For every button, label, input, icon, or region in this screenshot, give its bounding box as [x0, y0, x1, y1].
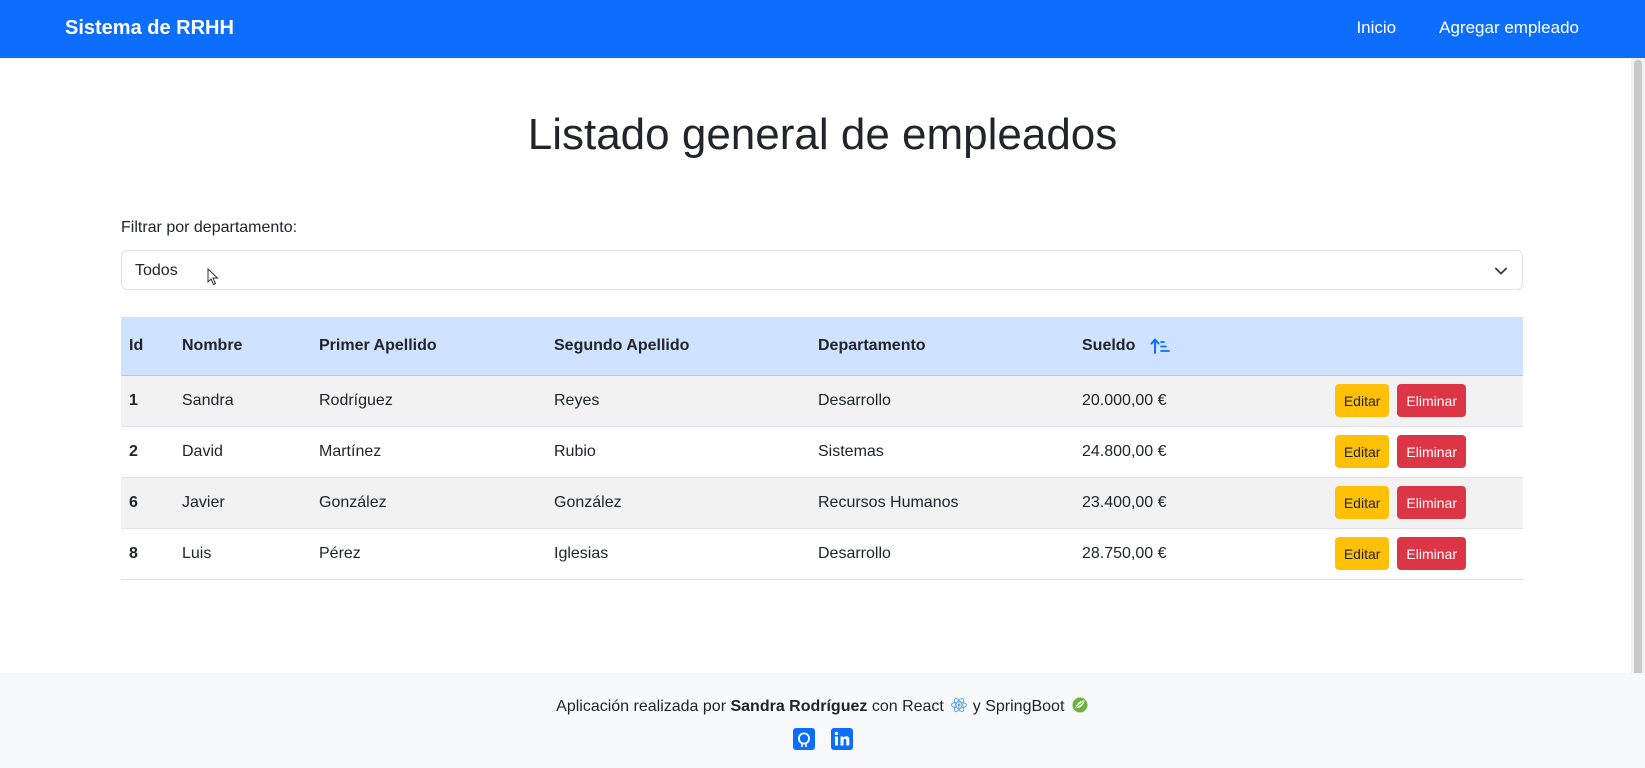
footer-credits: Aplicación realizada por Sandra Rodrígue…: [0, 696, 1645, 716]
header-sueldo-label: Sueldo: [1082, 336, 1136, 354]
cell-primer-apellido: Martínez: [311, 426, 546, 478]
footer-author: Sandra Rodríguez: [730, 698, 868, 715]
employees-table: Id Nombre Primer Apellido Segundo Apelli…: [121, 317, 1523, 580]
chevron-down-icon: [1494, 267, 1508, 275]
header-departamento: Departamento: [810, 317, 1074, 376]
header-actions: [1254, 317, 1523, 376]
cell-id: 6: [121, 477, 174, 529]
cell-primer-apellido: González: [311, 477, 546, 529]
edit-button[interactable]: Editar: [1334, 486, 1390, 519]
brand-link[interactable]: Sistema de RRHH: [65, 17, 234, 40]
cell-sueldo: 20.000,00 €: [1074, 375, 1254, 427]
cell-actions: Editar Eliminar: [1254, 426, 1523, 478]
edit-button[interactable]: Editar: [1334, 384, 1390, 417]
filter-label: Filtrar por departamento:: [121, 219, 298, 236]
edit-button[interactable]: Editar: [1334, 537, 1390, 570]
github-link[interactable]: [792, 728, 815, 750]
navbar: Sistema de RRHH Inicio Agregar empleado: [0, 0, 1645, 58]
nav-link-agregar-empleado[interactable]: Agregar empleado: [1439, 18, 1579, 38]
cell-sueldo: 23.400,00 €: [1074, 477, 1254, 529]
page-title: Listado general de empleados: [527, 110, 1118, 159]
header-segundo-apellido: Segundo Apellido: [546, 317, 810, 376]
nav-link-inicio[interactable]: Inicio: [1356, 18, 1396, 38]
linkedin-icon: [830, 728, 853, 750]
table-header-row: Id Nombre Primer Apellido Segundo Apelli…: [121, 317, 1523, 376]
table-row: 2 David Martínez Rubio Sistemas 24.800,0…: [121, 426, 1523, 478]
footer-text-middle: con React: [871, 698, 944, 715]
cell-departamento: Desarrollo: [810, 528, 1074, 580]
scrollbar-thumb[interactable]: [1634, 60, 1642, 750]
delete-button[interactable]: Eliminar: [1397, 537, 1466, 570]
cell-nombre: Luis: [174, 528, 311, 580]
header-sueldo: Sueldo: [1074, 317, 1254, 376]
linkedin-link[interactable]: [830, 728, 853, 750]
cell-primer-apellido: Rodríguez: [311, 375, 546, 427]
cell-actions: Editar Eliminar: [1254, 477, 1523, 529]
cell-departamento: Desarrollo: [810, 375, 1074, 427]
spring-icon: [1072, 697, 1088, 713]
cell-segundo-apellido: González: [546, 477, 810, 529]
cell-sueldo: 24.800,00 €: [1074, 426, 1254, 478]
header-primer-apellido: Primer Apellido: [311, 317, 546, 376]
footer: Aplicación realizada por Sandra Rodrígue…: [0, 673, 1645, 768]
table-row: 8 Luis Pérez Iglesias Desarrollo 28.750,…: [121, 528, 1523, 580]
cell-actions: Editar Eliminar: [1254, 528, 1523, 580]
react-icon: [951, 697, 968, 713]
table-row: 6 Javier González González Recursos Huma…: [121, 477, 1523, 529]
sort-ascending-icon[interactable]: [1150, 337, 1170, 355]
cell-segundo-apellido: Reyes: [546, 375, 810, 427]
delete-button[interactable]: Eliminar: [1397, 435, 1466, 468]
mouse-cursor-icon: [207, 268, 219, 286]
cell-primer-apellido: Pérez: [311, 528, 546, 580]
github-icon: [792, 728, 815, 750]
nav-links: Inicio Agregar empleado: [1356, 18, 1579, 38]
delete-button[interactable]: Eliminar: [1397, 384, 1466, 417]
cell-departamento: Sistemas: [810, 426, 1074, 478]
cell-departamento: Recursos Humanos: [810, 477, 1074, 529]
footer-text-prefix: Aplicación realizada por: [556, 698, 727, 715]
department-filter-value: Todos: [135, 262, 178, 279]
cell-segundo-apellido: Rubio: [546, 426, 810, 478]
cell-nombre: David: [174, 426, 311, 478]
edit-button[interactable]: Editar: [1334, 435, 1390, 468]
cell-actions: Editar Eliminar: [1254, 375, 1523, 427]
footer-text-and: y SpringBoot: [972, 698, 1065, 715]
cell-segundo-apellido: Iglesias: [546, 528, 810, 580]
cell-nombre: Sandra: [174, 375, 311, 427]
cell-id: 2: [121, 426, 174, 478]
cell-id: 8: [121, 528, 174, 580]
header-nombre: Nombre: [174, 317, 311, 376]
table-row: 1 Sandra Rodríguez Reyes Desarrollo 20.0…: [121, 375, 1523, 427]
delete-button[interactable]: Eliminar: [1397, 486, 1466, 519]
cell-sueldo: 28.750,00 €: [1074, 528, 1254, 580]
department-filter-select[interactable]: Todos: [121, 250, 1523, 290]
cell-nombre: Javier: [174, 477, 311, 529]
social-links: [0, 728, 1645, 750]
cell-id: 1: [121, 375, 174, 427]
header-id: Id: [121, 317, 174, 376]
